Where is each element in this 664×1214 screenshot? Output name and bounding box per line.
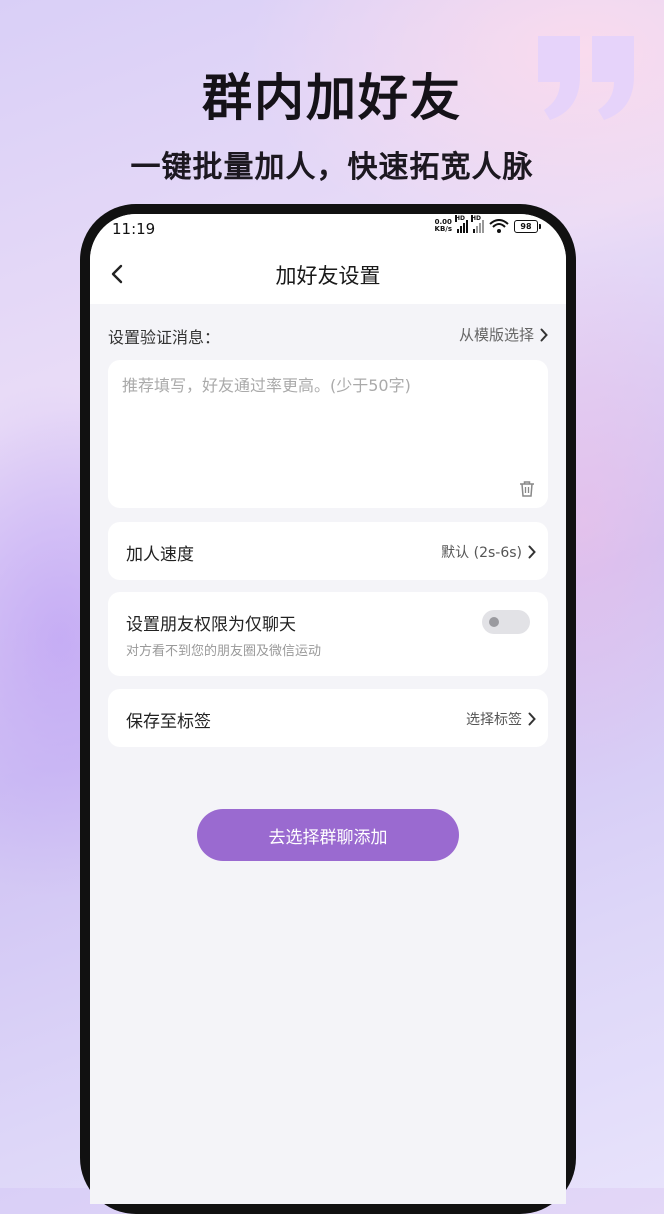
status-bar: 11:19 0.00 KB/s HD HD 98 [90,214,566,244]
verify-placeholder: 推荐填写，好友通过率更高。(少于50字) [122,376,411,395]
privacy-card: 设置朋友权限为仅聊天 对方看不到您的朋友圈及微信运动 [108,592,548,676]
signal-icon: HD [455,215,468,233]
signal-icon-2: HD [471,215,484,233]
wifi-icon [489,219,509,233]
net-speed: 0.00 KB/s [434,218,452,233]
select-group-button[interactable]: 去选择群聊添加 [197,809,459,861]
signal-hd-label: HD [455,215,466,222]
nav-bar: 加好友设置 [90,244,566,304]
toggle-knob [489,617,499,627]
chevron-right-icon [540,328,548,341]
trash-icon[interactable] [518,480,536,498]
tag-card[interactable]: 保存至标签 选择标签 [108,689,548,747]
verify-label: 设置验证消息： [108,328,221,347]
tag-title: 保存至标签 [126,712,211,732]
privacy-toggle[interactable] [482,610,530,634]
template-select-link[interactable]: 从模版选择 [459,324,548,345]
speed-title: 加人速度 [126,545,194,565]
tag-value: 选择标签 [466,709,536,729]
chevron-right-icon [528,545,536,559]
app-screen: 11:19 0.00 KB/s HD HD 98 加好友设置 设置验证消息： 从… [90,214,566,1204]
signal-hd-label-2: HD [471,215,482,222]
verify-message-input[interactable]: 推荐填写，好友通过率更高。(少于50字) [108,360,548,508]
chevron-right-icon [528,712,536,726]
privacy-title: 设置朋友权限为仅聊天 [126,615,296,635]
template-link-label: 从模版选择 [458,326,534,344]
page-title: 加好友设置 [275,264,381,288]
speed-card[interactable]: 加人速度 默认 (2s-6s) [108,522,548,580]
speed-value: 默认 (2s-6s) [441,542,536,562]
status-time: 11:19 [112,220,156,238]
verify-label-row: 设置验证消息： 从模版选择 [108,322,548,348]
battery-icon: 98 [514,219,541,233]
privacy-subtitle: 对方看不到您的朋友圈及微信运动 [126,644,322,659]
promo-headline: 群内加好友 [202,69,462,127]
promo-subline: 一键批量加人，快速拓宽人脉 [130,150,534,185]
speed-value-label: 默认 (2s-6s) [441,545,522,561]
tag-value-label: 选择标签 [466,712,522,728]
